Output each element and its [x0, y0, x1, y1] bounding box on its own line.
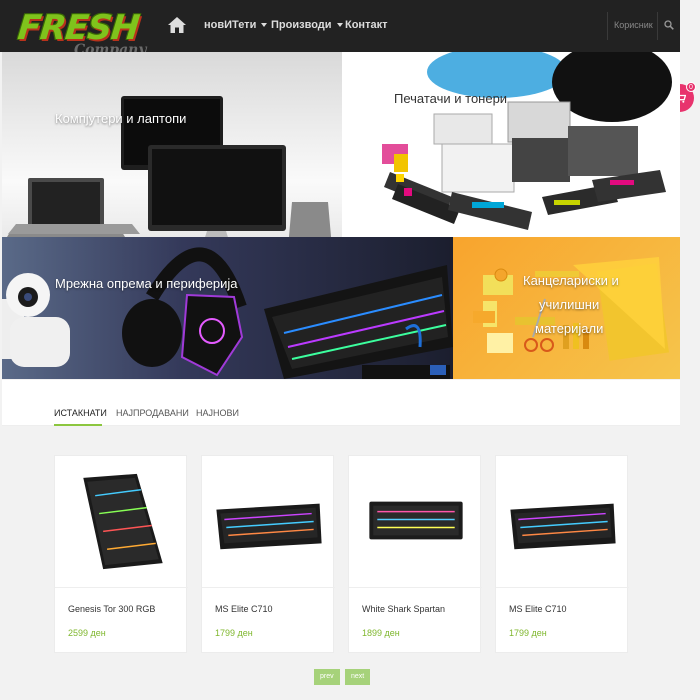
tab-featured[interactable]: ИСТАКНАТИ	[54, 408, 107, 418]
nav-item-kontakt[interactable]: Контакт	[345, 19, 387, 31]
product-card[interactable]: MS Elite C710 1799 ден	[495, 455, 629, 653]
printers-image	[372, 52, 672, 230]
user-menu[interactable]: Корисник	[614, 20, 653, 30]
product-tabs: ИСТАКНАТИ НАЈПРОДАВАНИ НАЈНОВИ	[2, 380, 680, 426]
product-image	[202, 503, 335, 588]
chevron-down-icon	[261, 23, 268, 27]
banner-office-supplies[interactable]: Канцелариски и училишни материјали	[453, 237, 680, 379]
banner-network[interactable]: Мрежна опрема и периферија	[2, 237, 453, 379]
chevron-down-icon	[336, 23, 343, 27]
product-image	[496, 503, 629, 588]
product-name: MS Elite C710	[509, 604, 567, 614]
computers-image	[7, 96, 332, 237]
banner-title-line1: Канцелариски и	[523, 273, 619, 288]
banner-title-line3: материјали	[535, 321, 604, 336]
nav-divider	[607, 12, 608, 40]
product-price: 1899 ден	[362, 628, 400, 638]
nav-item-label: новИТети	[204, 19, 257, 31]
nav-item-label: Контакт	[345, 19, 388, 31]
search-icon[interactable]	[664, 20, 674, 30]
product-price: 1799 ден	[215, 628, 253, 638]
prev-button[interactable]: prev	[314, 669, 340, 685]
banner-printers[interactable]: Печатачи и тонери	[342, 52, 680, 237]
product-name: White Shark Spartan	[362, 604, 446, 614]
product-card[interactable]: White Shark Spartan 1899 ден	[348, 455, 482, 653]
tab-bestsellers[interactable]: НАЈПРОДАВАНИ	[116, 408, 189, 418]
banner-title-line2: училишни	[539, 297, 600, 312]
next-button[interactable]: next	[345, 669, 371, 685]
product-price: 2599 ден	[68, 628, 106, 638]
banner-title: Печатачи и тонери	[394, 91, 508, 106]
product-name: Genesis Tor 300 RGB	[68, 604, 156, 614]
banner-title: Компјутери и лаптопи	[55, 111, 187, 126]
top-navbar: FRESH Company новИТети Производи Контакт…	[0, 0, 680, 58]
banner-computers[interactable]: Компјутери и лаптопи	[2, 52, 342, 237]
nav-item-label: Производи	[271, 19, 332, 31]
active-tab-indicator	[54, 424, 102, 426]
product-image	[55, 473, 188, 588]
product-card[interactable]: MS Elite C710 1799 ден	[201, 455, 335, 653]
home-icon[interactable]	[168, 17, 186, 33]
nav-item-novi-teti[interactable]: новИТети	[204, 19, 268, 31]
product-image	[349, 501, 482, 588]
banner-title: Мрежна опрема и периферија	[55, 276, 238, 291]
product-price: 1799 ден	[509, 628, 547, 638]
product-card[interactable]: Genesis Tor 300 RGB 2599 ден	[54, 455, 188, 653]
product-name: MS Elite C710	[215, 604, 273, 614]
network-image	[2, 247, 453, 379]
nav-divider	[657, 12, 658, 40]
cart-count-badge: 0	[686, 82, 696, 92]
tab-newest[interactable]: НАЈНОВИ	[196, 408, 239, 418]
nav-item-proizvodi[interactable]: Производи	[271, 19, 343, 31]
